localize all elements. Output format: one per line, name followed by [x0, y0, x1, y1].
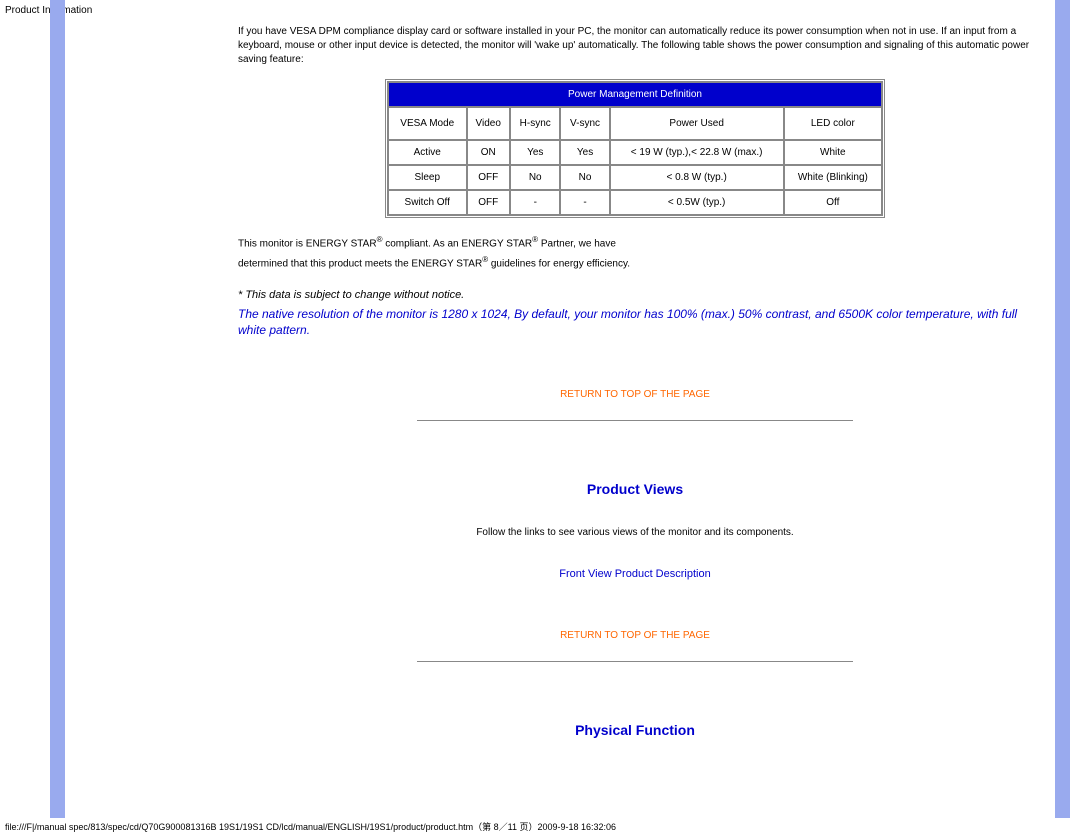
- change-notice: * This data is subject to change without…: [238, 289, 1032, 301]
- table-cell: White: [784, 140, 882, 165]
- product-views-text: Follow the links to see various views of…: [238, 527, 1032, 538]
- table-cell: ON: [467, 140, 510, 165]
- col-header: VESA Mode: [388, 107, 467, 140]
- table-cell: Switch Off: [388, 190, 467, 215]
- table-cell: < 0.8 W (typ.): [610, 165, 784, 190]
- col-header: LED color: [784, 107, 882, 140]
- return-to-top-link[interactable]: RETURN TO TOP OF THE PAGE: [238, 389, 1032, 400]
- physical-function-heading: Physical Function: [238, 722, 1032, 738]
- section-divider: [417, 420, 854, 421]
- table-title: Power Management Definition: [388, 82, 882, 107]
- table-cell: No: [510, 165, 561, 190]
- table-cell: White (Blinking): [784, 165, 882, 190]
- power-management-table: Power Management Definition VESA Mode Vi…: [385, 79, 885, 218]
- table-cell: Active: [388, 140, 467, 165]
- resolution-notice: The native resolution of the monitor is …: [238, 306, 1032, 340]
- table-cell: No: [560, 165, 609, 190]
- right-decoration-bar: [1055, 0, 1070, 818]
- table-cell: OFF: [467, 190, 510, 215]
- table-cell: -: [560, 190, 609, 215]
- intro-paragraph: If you have VESA DPM compliance display …: [238, 25, 1032, 67]
- table-cell: < 19 W (typ.),< 22.8 W (max.): [610, 140, 784, 165]
- left-decoration-bar: [50, 0, 65, 818]
- section-divider: [417, 661, 854, 662]
- table-cell: OFF: [467, 165, 510, 190]
- compliance-text: This monitor is ENERGY STAR® compliant. …: [238, 233, 1032, 274]
- col-header: Video: [467, 107, 510, 140]
- col-header: H-sync: [510, 107, 561, 140]
- col-header: V-sync: [560, 107, 609, 140]
- table-cell: Yes: [560, 140, 609, 165]
- product-views-heading: Product Views: [238, 481, 1032, 497]
- page-header-label: Product Information: [5, 5, 92, 16]
- footer-file-path: file:///F|/manual spec/813/spec/cd/Q70G9…: [5, 820, 616, 833]
- return-to-top-link[interactable]: RETURN TO TOP OF THE PAGE: [238, 630, 1032, 641]
- main-content: If you have VESA DPM compliance display …: [238, 0, 1032, 738]
- col-header: Power Used: [610, 107, 784, 140]
- table-cell: Off: [784, 190, 882, 215]
- front-view-link[interactable]: Front View Product Description: [238, 568, 1032, 580]
- table-cell: -: [510, 190, 561, 215]
- table-cell: Yes: [510, 140, 561, 165]
- table-cell: < 0.5W (typ.): [610, 190, 784, 215]
- table-cell: Sleep: [388, 165, 467, 190]
